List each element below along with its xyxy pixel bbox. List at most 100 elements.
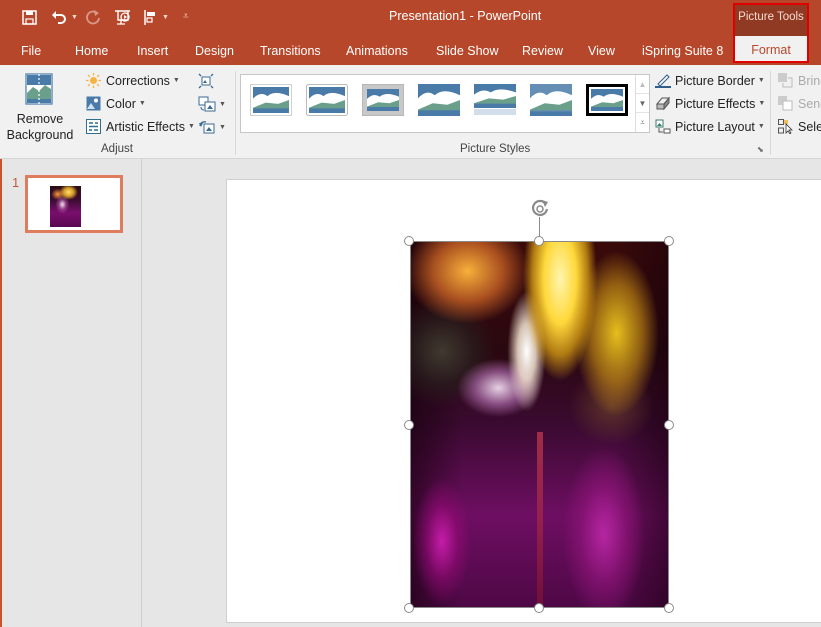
gallery-more-icon[interactable]: ⩡ xyxy=(636,113,649,132)
bring-forward-icon xyxy=(778,73,794,88)
window-title: Presentation1 - PowerPoint xyxy=(389,9,542,23)
tab-transitions[interactable]: Transitions xyxy=(260,44,321,58)
chevron-down-icon: ▼ xyxy=(219,123,226,131)
artistic-effects-label: Artistic Effects xyxy=(106,119,185,134)
selection-pane-button[interactable]: Selec xyxy=(778,119,821,135)
tab-slide-show[interactable]: Slide Show xyxy=(436,44,499,58)
ribbon-panel: Remove Background Corrections ▼ Color ▼ … xyxy=(0,65,821,159)
picture-border-label: Picture Border xyxy=(675,73,755,88)
title-bar: ▼ ▼ ⩡ Presentation1 - PowerPoint Picture… xyxy=(0,0,821,38)
chevron-down-icon: ▼ xyxy=(138,100,146,107)
remove-background-label-1: Remove xyxy=(16,112,64,126)
resize-handle-top-left[interactable] xyxy=(404,236,414,246)
picture-style-5[interactable] xyxy=(474,84,516,116)
picture-styles-group-label: Picture Styles xyxy=(460,143,531,155)
artistic-effects-button[interactable]: Artistic Effects ▼ xyxy=(86,119,195,134)
rotate-handle-icon[interactable] xyxy=(528,197,552,219)
picture-tools-context-header: Picture Tools xyxy=(733,3,809,36)
picture-border-button[interactable]: Picture Border ▼ xyxy=(655,73,765,88)
resize-handle-left[interactable] xyxy=(404,420,414,430)
chevron-down-icon: ▼ xyxy=(172,77,180,84)
start-from-beginning-icon[interactable] xyxy=(114,9,132,30)
undo-icon[interactable] xyxy=(51,9,67,29)
save-icon[interactable] xyxy=(22,10,37,29)
sun-icon xyxy=(86,73,102,88)
picture-style-1[interactable] xyxy=(250,84,292,116)
picture-layout-label: Picture Layout xyxy=(675,119,755,134)
picture-layout-icon xyxy=(655,119,671,134)
send-backward-button: Send xyxy=(778,96,821,111)
artistic-effects-icon xyxy=(86,119,102,134)
chevron-down-icon: ▼ xyxy=(219,100,226,108)
chevron-down-icon: ▼ xyxy=(757,123,765,130)
gallery-scroll-down-icon[interactable]: ▼ xyxy=(636,94,649,113)
chevron-down-icon: ▼ xyxy=(187,123,195,130)
change-picture-button[interactable]: ▼ xyxy=(198,96,226,112)
tab-format[interactable]: Format xyxy=(733,36,809,63)
selected-picture[interactable] xyxy=(410,241,669,608)
reset-picture-icon xyxy=(199,121,215,134)
picture-style-7[interactable] xyxy=(586,84,628,116)
resize-handle-bottom-left[interactable] xyxy=(404,603,414,613)
resize-handle-right[interactable] xyxy=(664,420,674,430)
tab-ispring-suite[interactable]: iSpring Suite 8 xyxy=(642,44,723,58)
slide-thumbnail-picture xyxy=(50,186,81,227)
picture-styles-gallery: ▲ ▼ ⩡ xyxy=(240,74,650,133)
tab-home[interactable]: Home xyxy=(75,44,108,58)
corrections-label: Corrections xyxy=(106,73,170,88)
resize-handle-top[interactable] xyxy=(534,236,544,246)
undo-dropdown-icon[interactable]: ▼ xyxy=(71,14,78,21)
picture-style-6[interactable] xyxy=(530,84,572,116)
corrections-button[interactable]: Corrections ▼ xyxy=(86,73,180,88)
picture-layout-button[interactable]: Picture Layout ▼ xyxy=(655,119,765,134)
picture-style-3[interactable] xyxy=(361,83,405,117)
picture-effects-label: Picture Effects xyxy=(675,96,756,111)
picture-light-streak xyxy=(537,432,543,607)
picture-style-thumbnail-icon xyxy=(418,84,462,118)
slide-thumbnail-1[interactable] xyxy=(25,175,123,233)
tab-animations[interactable]: Animations xyxy=(346,44,408,58)
gallery-scrollbar: ▲ ▼ ⩡ xyxy=(635,75,649,132)
compress-pictures-icon xyxy=(198,73,214,89)
picture-styles-dialog-launcher-icon[interactable]: ⬊ xyxy=(757,145,764,154)
redo-icon xyxy=(86,9,101,29)
chevron-down-icon: ▼ xyxy=(757,77,765,84)
picture-style-4[interactable] xyxy=(418,84,462,118)
change-picture-icon xyxy=(198,96,216,112)
picture-style-thumbnail-icon xyxy=(530,84,572,116)
color-button[interactable]: Color ▼ xyxy=(86,96,146,111)
picture-style-2[interactable] xyxy=(306,84,348,116)
compress-pictures-button[interactable] xyxy=(198,73,214,94)
picture-style-thumbnail-icon xyxy=(474,84,516,115)
color-icon xyxy=(86,96,102,111)
remove-background-icon xyxy=(25,73,53,105)
reset-picture-button[interactable]: ▼ xyxy=(198,119,226,135)
group-separator xyxy=(235,71,236,155)
picture-style-thumbnail-icon xyxy=(306,84,348,116)
tab-review[interactable]: Review xyxy=(522,44,563,58)
send-backward-label: Send xyxy=(798,96,821,111)
picture-style-thumbnail-icon xyxy=(361,83,405,117)
customize-qat-icon[interactable]: ⩡ xyxy=(183,11,189,22)
bring-forward-label: Bring xyxy=(798,73,821,88)
tab-design[interactable]: Design xyxy=(195,44,234,58)
tab-insert[interactable]: Insert xyxy=(137,44,168,58)
remove-background-button[interactable]: Remove Background xyxy=(6,69,74,142)
selection-pane-icon xyxy=(778,119,794,135)
chevron-down-icon: ▼ xyxy=(758,100,766,107)
picture-style-thumbnail-icon xyxy=(586,84,628,116)
remove-background-label-2: Background xyxy=(6,128,74,142)
tab-view[interactable]: View xyxy=(588,44,615,58)
selection-pane-label: Selec xyxy=(798,119,821,134)
resize-handle-bottom-right[interactable] xyxy=(664,603,674,613)
resize-handle-bottom[interactable] xyxy=(534,603,544,613)
tab-file[interactable]: File xyxy=(21,44,41,58)
picture-style-thumbnail-icon xyxy=(250,84,292,116)
align-dropdown-icon[interactable]: ▼ xyxy=(162,14,169,21)
align-icon[interactable] xyxy=(143,9,159,30)
resize-handle-top-right[interactable] xyxy=(664,236,674,246)
picture-effects-button[interactable]: Picture Effects ▼ xyxy=(655,96,765,111)
slide-number: 1 xyxy=(12,175,20,190)
group-separator xyxy=(770,71,771,155)
picture-border-icon xyxy=(655,73,671,88)
